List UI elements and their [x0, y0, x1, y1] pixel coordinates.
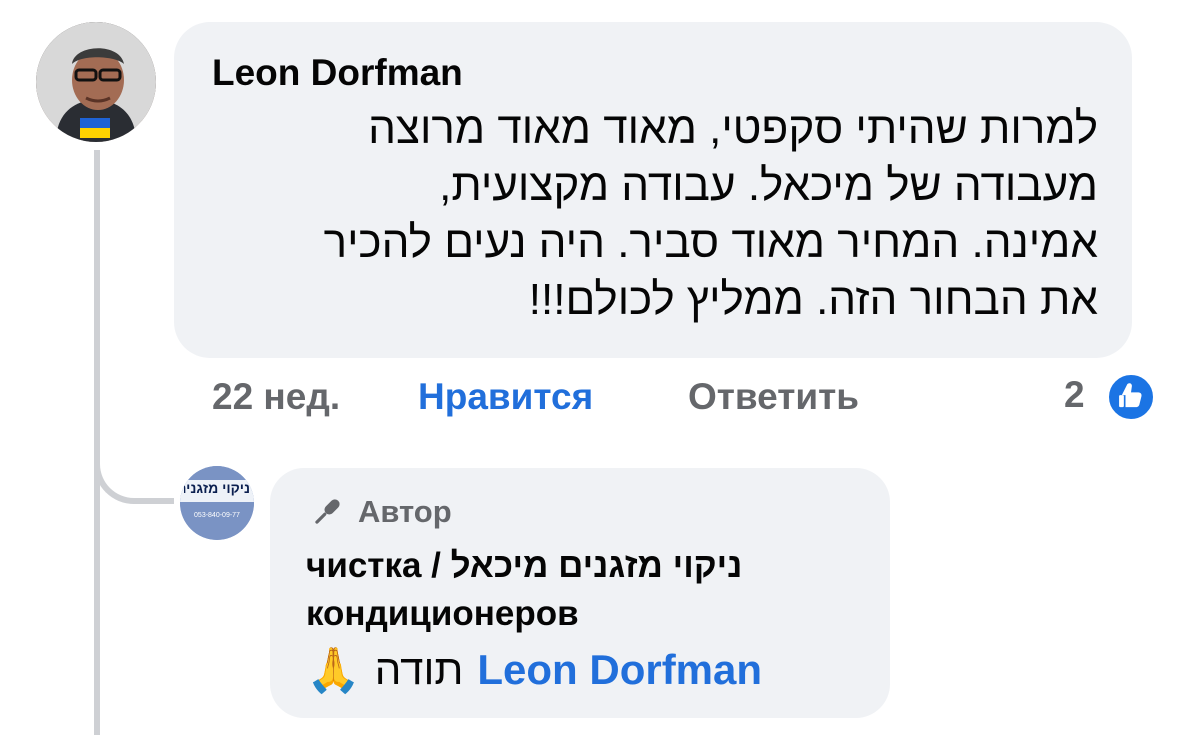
reply-button[interactable]: Ответить [688, 376, 859, 418]
comment-author[interactable]: Leon Dorfman [212, 52, 463, 94]
comment-text: למרות שהיתי סקפטי, מאוד מאוד מרוצה מעבוד… [196, 100, 1098, 328]
like-button[interactable]: Нравится [418, 376, 593, 418]
comment-text-line: אמינה. המחיר מאוד סביר. היה נעים להכיר [323, 218, 1098, 267]
microphone-icon [315, 499, 340, 524]
comment-text-line: את הבחור הזה. ממליץ לכולם!!! [528, 275, 1098, 324]
avatar-leon-dorfman[interactable] [36, 22, 156, 142]
comment-text-line: למרות שהיתי סקפטי, מאוד מאוד מרוצה [368, 104, 1098, 153]
reply-author-line2[interactable]: кондиционеров [306, 590, 579, 638]
page-logo-graphic [180, 466, 254, 540]
avatar-page-logo[interactable]: ניקוי מזגנים 053-840-09-77 [180, 466, 254, 540]
reaction-count[interactable]: 2 [1064, 374, 1085, 416]
comment-timestamp[interactable]: 22 нед. [212, 376, 340, 418]
thumbs-up-icon[interactable] [1106, 372, 1156, 422]
comment-text-line: מעבודה של מיכאל. עבודה מקצועית, [439, 161, 1098, 210]
ukraine-flag-icon [80, 118, 110, 138]
author-badge: Автор [308, 492, 452, 532]
reply-text: תודה [374, 646, 464, 693]
reply-text-row: 🙏 תודה Leon Dorfman [306, 642, 762, 698]
avatar-logo-title: ניקוי מזגנים [184, 480, 250, 496]
reply-author-line1[interactable]: ניקוי מזגנים מיכאל / чистка [306, 542, 742, 590]
mention-link[interactable]: Leon Dorfman [477, 646, 762, 694]
author-badge-label: Автор [358, 494, 452, 529]
prayer-emoji: 🙏 [306, 646, 361, 695]
thread-connector [94, 440, 174, 504]
avatar-logo-phone: 053-840-09-77 [194, 512, 240, 519]
